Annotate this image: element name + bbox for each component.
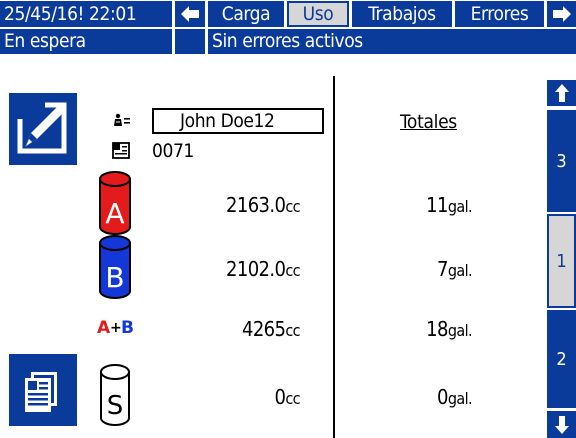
column-divider bbox=[333, 76, 335, 438]
mix-ab-icon: A + B bbox=[97, 318, 134, 337]
volume-mix-value: 4265 bbox=[241, 317, 286, 341]
svg-text:A: A bbox=[105, 197, 124, 230]
volume-a-unit: cc bbox=[285, 197, 300, 216]
status-indicator bbox=[175, 29, 205, 54]
tab-carga[interactable]: Carga bbox=[208, 1, 284, 27]
edit-button[interactable] bbox=[9, 93, 77, 165]
total-solvent: 0gal. bbox=[360, 385, 473, 409]
total-mix-unit: gal. bbox=[447, 321, 473, 340]
volume-solvent-unit: cc bbox=[285, 389, 300, 408]
job-icon bbox=[112, 142, 130, 159]
total-solvent-value: 0 bbox=[437, 385, 448, 409]
tab-errores[interactable]: Errores bbox=[455, 1, 544, 27]
svg-text:B: B bbox=[105, 261, 124, 294]
tab-next-button[interactable] bbox=[547, 1, 576, 27]
component-b-icon: B bbox=[99, 235, 131, 299]
tab-prev-button[interactable] bbox=[175, 1, 205, 27]
volume-mix: 4265cc bbox=[170, 317, 301, 341]
svg-text:S: S bbox=[107, 391, 124, 421]
job-report-button[interactable] bbox=[9, 354, 77, 426]
volume-b-unit: cc bbox=[285, 261, 300, 280]
volume-solvent-value: 0 bbox=[274, 385, 286, 409]
error-status: Sin errores activos bbox=[208, 29, 576, 54]
total-mix: 18gal. bbox=[360, 317, 472, 341]
total-b-value: 7 bbox=[437, 257, 448, 281]
svg-text:B: B bbox=[121, 318, 134, 337]
edit-icon bbox=[17, 101, 67, 154]
job-number: 0071 bbox=[152, 140, 194, 162]
solvent-icon: S bbox=[100, 364, 130, 426]
documents-icon bbox=[25, 372, 57, 412]
datetime: 25/45/16! 22:01 bbox=[0, 1, 172, 27]
user-name-field[interactable]: John Doe12 bbox=[152, 108, 324, 134]
system-status: En espera bbox=[0, 29, 172, 54]
volume-solvent: 0cc bbox=[170, 385, 301, 409]
svg-text:A: A bbox=[97, 318, 111, 337]
totals-title: Totales bbox=[400, 111, 457, 133]
tab-uso[interactable]: Uso bbox=[287, 1, 349, 27]
total-b-unit: gal. bbox=[447, 261, 473, 280]
side-tab-3[interactable]: 3 bbox=[547, 110, 576, 212]
component-a-icon: A bbox=[99, 171, 131, 235]
arrow-left-icon bbox=[181, 6, 199, 22]
arrow-up-icon bbox=[554, 84, 569, 102]
arrow-right-icon bbox=[552, 6, 571, 22]
volume-b: 2102.0cc bbox=[170, 257, 301, 281]
total-a-value: 11 bbox=[426, 193, 448, 217]
volume-mix-unit: cc bbox=[285, 321, 300, 340]
volume-a: 2163.0cc bbox=[170, 193, 301, 217]
svg-text:+: + bbox=[110, 320, 122, 336]
volume-b-value: 2102.0 bbox=[226, 257, 286, 281]
scroll-down-button[interactable] bbox=[547, 411, 576, 438]
total-a-unit: gal. bbox=[447, 197, 473, 216]
tab-trabajos[interactable]: Trabajos bbox=[352, 1, 452, 27]
total-b: 7gal. bbox=[360, 257, 473, 281]
user-icon bbox=[114, 113, 130, 126]
side-tab-1[interactable]: 1 bbox=[547, 214, 576, 308]
scroll-up-button[interactable] bbox=[547, 80, 576, 106]
arrow-down-icon bbox=[554, 415, 569, 434]
total-mix-value: 18 bbox=[426, 317, 448, 341]
total-a: 11gal. bbox=[360, 193, 472, 217]
volume-a-value: 2163.0 bbox=[226, 193, 286, 217]
side-tab-2[interactable]: 2 bbox=[547, 310, 576, 408]
total-solvent-unit: gal. bbox=[447, 389, 473, 408]
